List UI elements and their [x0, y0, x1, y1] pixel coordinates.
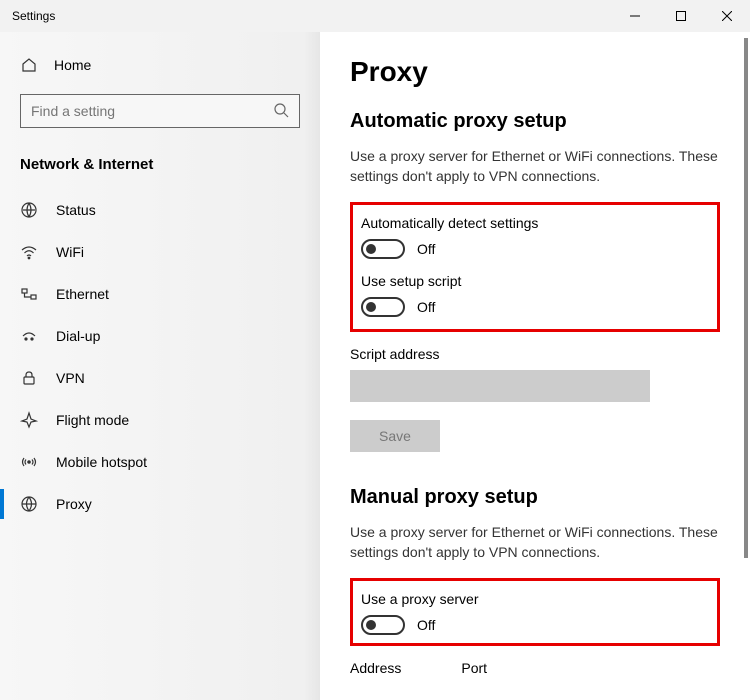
auto-heading: Automatic proxy setup [350, 110, 720, 133]
use-proxy-toggle[interactable] [361, 615, 405, 635]
sidebar: Home Network & Internet Status WiFi Et [0, 32, 320, 700]
sidebar-item-label: WiFi [56, 244, 84, 260]
detect-label: Automatically detect settings [361, 215, 709, 231]
script-label: Use setup script [361, 273, 709, 289]
sidebar-item-label: Status [56, 202, 96, 218]
titlebar: Settings [0, 0, 750, 32]
maximize-button[interactable] [658, 0, 704, 32]
manual-heading: Manual proxy setup [350, 486, 720, 509]
search-input[interactable] [31, 103, 273, 119]
sidebar-item-ethernet[interactable]: Ethernet [0, 273, 320, 315]
sidebar-item-proxy[interactable]: Proxy [0, 483, 320, 525]
window-title: Settings [12, 9, 55, 23]
status-icon [20, 201, 38, 219]
highlight-auto: Automatically detect settings Off Use se… [350, 202, 720, 332]
airplane-icon [20, 411, 38, 429]
page-title: Proxy [350, 56, 720, 88]
save-button[interactable]: Save [350, 420, 440, 452]
sidebar-item-flightmode[interactable]: Flight mode [0, 399, 320, 441]
detect-toggle[interactable] [361, 239, 405, 259]
sidebar-item-label: Dial-up [56, 328, 100, 344]
scrollbar-thumb[interactable] [744, 38, 748, 558]
window-controls [612, 0, 750, 32]
use-proxy-status: Off [417, 617, 435, 633]
home-icon [20, 56, 38, 74]
script-address-label: Script address [350, 346, 720, 362]
sidebar-item-dialup[interactable]: Dial-up [0, 315, 320, 357]
sidebar-item-vpn[interactable]: VPN [0, 357, 320, 399]
sidebar-item-label: Proxy [56, 496, 92, 512]
detect-status: Off [417, 241, 435, 257]
search-box[interactable] [20, 94, 300, 128]
content-area: Proxy Automatic proxy setup Use a proxy … [320, 32, 750, 700]
category-heading: Network & Internet [0, 148, 320, 189]
dialup-icon [20, 327, 38, 345]
hotspot-icon [20, 453, 38, 471]
auto-desc: Use a proxy server for Ethernet or WiFi … [350, 147, 720, 186]
script-status: Off [417, 299, 435, 315]
wifi-icon [20, 243, 38, 261]
sidebar-item-label: VPN [56, 370, 85, 386]
use-proxy-label: Use a proxy server [361, 591, 709, 607]
sidebar-item-wifi[interactable]: WiFi [0, 231, 320, 273]
scrollbar[interactable] [742, 32, 750, 700]
ethernet-icon [20, 285, 38, 303]
sidebar-item-status[interactable]: Status [0, 189, 320, 231]
proxy-icon [20, 495, 38, 513]
script-address-input[interactable] [350, 370, 650, 402]
home-label: Home [54, 57, 91, 73]
sidebar-item-label: Ethernet [56, 286, 109, 302]
search-icon [273, 102, 289, 121]
address-label: Address [350, 660, 401, 676]
highlight-manual: Use a proxy server Off [350, 578, 720, 646]
port-label: Port [461, 660, 487, 676]
minimize-button[interactable] [612, 0, 658, 32]
sidebar-item-label: Mobile hotspot [56, 454, 147, 470]
vpn-icon [20, 369, 38, 387]
sidebar-item-hotspot[interactable]: Mobile hotspot [0, 441, 320, 483]
close-button[interactable] [704, 0, 750, 32]
manual-desc: Use a proxy server for Ethernet or WiFi … [350, 523, 720, 562]
script-toggle[interactable] [361, 297, 405, 317]
home-nav[interactable]: Home [0, 48, 320, 82]
sidebar-item-label: Flight mode [56, 412, 129, 428]
